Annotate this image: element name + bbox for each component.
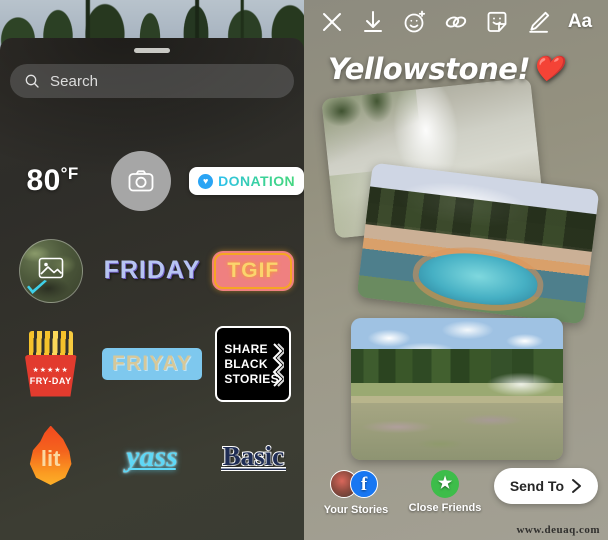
sticker-icon [487,11,507,32]
sticker-cell[interactable]: yass [101,410,202,503]
image-frame-icon [38,257,63,279]
lit-sticker[interactable]: lit [25,425,77,488]
fry-day-sticker[interactable]: ★★★★★ FRY-DAY [23,330,79,397]
sticker-cell[interactable]: Basic [203,410,304,503]
your-stories-option[interactable]: f Your Stories [320,470,392,516]
yass-sticker[interactable]: yass [126,440,178,474]
spring-pool [416,247,541,311]
avatar-group: f [320,470,392,500]
close-button[interactable] [320,10,344,34]
link-button[interactable] [444,10,468,34]
photo-sticker[interactable] [18,238,83,303]
tgif-sticker[interactable]: TGIF [214,252,293,289]
sticker-cell[interactable]: lit [0,410,101,503]
story-text-overlay[interactable]: Yellowstone! ❤️ [328,52,563,86]
fries-carton: ★★★★★ FRY-DAY [24,354,77,397]
facebook-icon: f [350,470,378,498]
fry-day-label: FRY-DAY [29,375,72,386]
send-to-button[interactable]: Send To [493,468,598,504]
sticker-cell[interactable]: ★★★★★ FRY-DAY [0,317,101,410]
donation-sticker[interactable]: ♥ DONATION [189,167,304,195]
sticker-cell[interactable]: FRIYAY [101,317,203,410]
camera-sticker-button[interactable] [111,151,172,211]
star-icon: ★ [431,470,459,498]
text-tool-button[interactable]: Aa [568,10,592,34]
close-friends-option[interactable]: ★ Close Friends [400,470,490,514]
stickers-button[interactable] [485,10,509,34]
search-icon [25,74,39,88]
close-icon [323,13,341,31]
send-to-label: Send To [509,478,564,494]
sticker-cell[interactable]: TGIF [203,224,304,317]
check-badge-icon [26,279,47,294]
story-title-text: Yellowstone! [328,52,531,86]
tgif-label: TGIF [227,258,280,282]
heart-emoji: ❤️ [532,54,563,83]
sticker-tray-panel: Search 80°F ♥ DONATION FRIDAY TGIF ★★★★★… [0,0,304,540]
watermark: www.deuaq.com [516,524,600,536]
story-editor-panel: Aa Yellowstone! ❤️ f Your Stories ★ Clos… [304,0,608,540]
sticker-cell[interactable]: FRIDAY [101,224,202,317]
search-input[interactable]: Search [10,64,294,98]
app-screen: Search 80°F ♥ DONATION FRIDAY TGIF ★★★★★… [0,0,608,540]
save-button[interactable] [361,10,385,34]
photo-landscape[interactable] [351,318,563,460]
effects-icon [404,10,425,33]
donation-label: DONATION [218,173,295,189]
zigzag-icon [272,342,285,387]
draw-icon [528,11,549,33]
sticker-tray-sheet: Search 80°F ♥ DONATION FRIDAY TGIF ★★★★★… [0,38,304,540]
camera-icon [128,170,154,192]
photo-hot-spring[interactable] [356,162,600,325]
quick-sticker-row: 80°F ♥ DONATION [0,150,304,212]
temperature-value: 80 [26,164,61,197]
heart-icon: ♥ [198,173,214,189]
editor-toolbar: Aa [304,0,608,44]
chevron-right-icon [572,479,581,493]
friyay-label: FRIYAY [111,351,193,375]
temperature-unit: °F [60,164,79,183]
steam-overlay [469,369,555,401]
draw-button[interactable] [527,10,551,34]
temperature-sticker[interactable]: 80°F [0,164,105,198]
share-black-stories-sticker[interactable]: SHARE BLACK STORIES [215,325,292,402]
lit-label: lit [40,445,61,471]
friday-sticker[interactable]: FRIDAY [104,256,201,285]
sticker-grid: FRIDAY TGIF ★★★★★ FRY-DAY FRIYAY SHARE B… [0,224,304,503]
download-icon [364,11,383,32]
link-icon [445,16,467,28]
friyay-sticker[interactable]: FRIYAY [101,347,203,380]
sticker-cell[interactable]: SHARE BLACK STORIES [203,317,304,410]
share-bar: f Your Stories ★ Close Friends Send To w… [304,462,608,540]
sticker-cell[interactable] [0,224,101,317]
water-meadow [351,403,563,460]
close-friends-label: Close Friends [408,502,482,514]
sheet-drag-handle[interactable] [134,48,170,53]
fries-stars: ★★★★★ [32,366,69,374]
effects-button[interactable] [403,10,427,34]
your-stories-label: Your Stories [323,504,389,516]
basic-sticker[interactable]: Basic [220,440,286,472]
search-placeholder: Search [50,72,99,90]
